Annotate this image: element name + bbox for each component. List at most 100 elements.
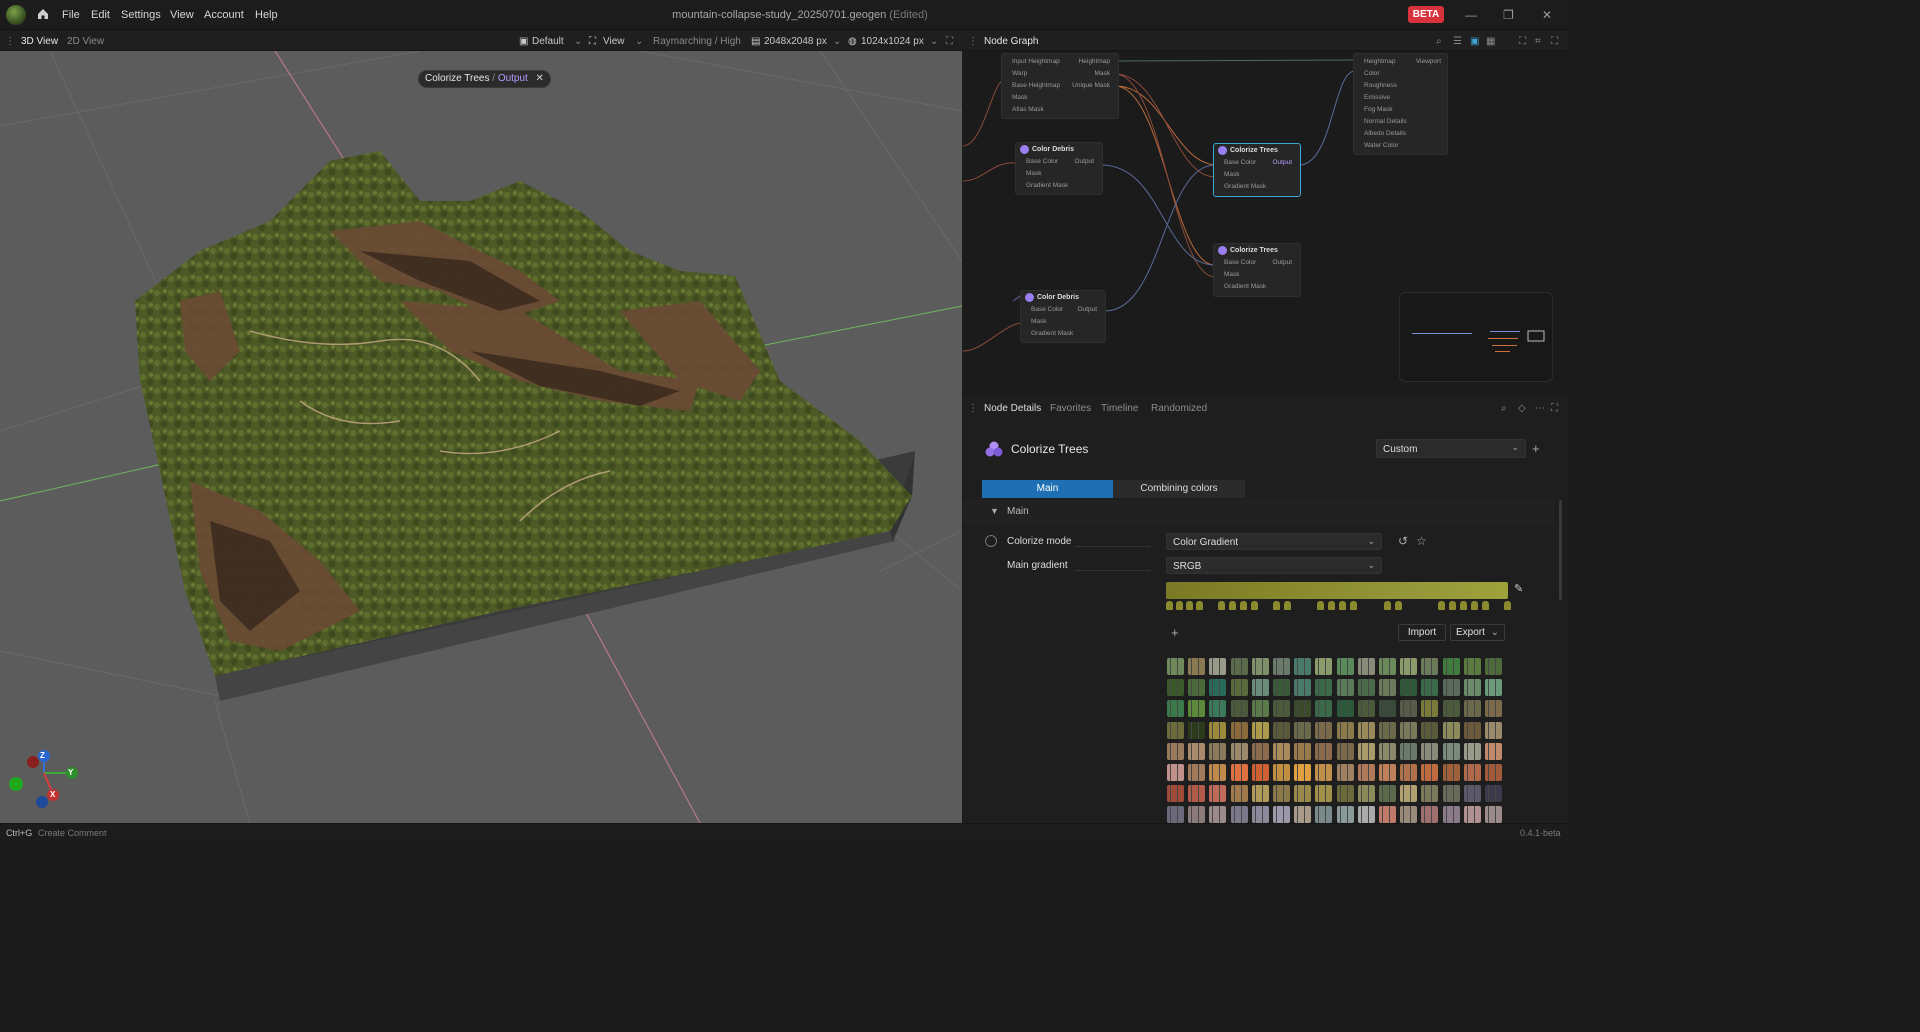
gradient-preset-swatch[interactable] [1400,700,1418,718]
gradient-preset-swatch[interactable] [1315,658,1333,675]
gradient-preset-swatch[interactable] [1421,721,1439,739]
tag-icon[interactable]: ◇ [1518,403,1526,414]
gradient-preset-swatch[interactable] [1188,785,1206,803]
gradient-preset-swatch[interactable] [1463,785,1481,803]
gradient-preset-swatch[interactable] [1379,806,1396,824]
gradient-preset-swatch[interactable] [1442,721,1460,739]
gradient-preset-swatch[interactable] [1209,764,1227,781]
gradient-preset-swatch[interactable] [1230,679,1248,697]
search-icon[interactable]: ⌕ [1436,36,1442,47]
chevron-down-icon[interactable]: ⌄ [635,36,643,47]
node-port[interactable]: Gradient Mask [1214,281,1300,293]
gradient-preset-swatch[interactable] [1400,721,1418,739]
node-colorize-trees-selected[interactable]: Colorize Trees Base Color Output Mask Gra… [1213,143,1301,197]
gradient-stop-handle[interactable] [1384,601,1391,610]
colorize-mode-select[interactable]: Color Gradient ⌄ [1166,533,1382,550]
gradient-preset-swatch[interactable] [1336,742,1354,760]
gradient-preset-swatch[interactable] [1421,700,1439,718]
node-port[interactable]: Emissive [1354,92,1447,104]
gradient-preset-swatch[interactable] [1442,806,1460,824]
gradient-preset-swatch[interactable] [1188,742,1206,760]
gradient-preset-swatch[interactable] [1400,785,1418,803]
gradient-stop-handle[interactable] [1339,601,1346,610]
gradient-stop-handle[interactable] [1471,601,1478,610]
tab-timeline[interactable]: Timeline [1101,403,1138,414]
gradient-preset-swatch[interactable] [1485,721,1502,739]
node-port[interactable]: Normal Details [1354,116,1447,128]
tab-main[interactable]: Main [982,480,1113,498]
search-icon[interactable]: ⌕ [1501,403,1507,414]
gradient-preset-swatch[interactable] [1251,679,1269,697]
node-port[interactable]: Base Color Output [1214,257,1300,269]
gradient-preset-swatch[interactable] [1442,764,1460,781]
gradient-preset-swatch[interactable] [1379,721,1396,739]
gradient-preset-swatch[interactable] [1209,806,1227,824]
menu-edit[interactable]: Edit [91,9,110,21]
node-port[interactable]: Gradient Mask [1016,180,1102,192]
gradient-preset-swatch[interactable] [1336,658,1354,675]
tab-2d-view[interactable]: 2D View [67,36,104,47]
gradient-preset-swatch[interactable] [1357,785,1375,803]
view-select[interactable]: View [603,36,625,47]
node-port[interactable]: Base Color Output [1214,157,1300,169]
gradient-preset-swatch[interactable] [1336,764,1354,781]
gradient-preset-swatch[interactable] [1167,806,1184,824]
gradient-preset-swatch[interactable] [1442,785,1460,803]
gradient-preset-swatch[interactable] [1230,785,1248,803]
gradient-preset-swatch[interactable] [1294,764,1312,781]
menu-view[interactable]: View [170,9,194,21]
node-port[interactable]: Mask [1214,169,1300,181]
gradient-preset-swatch[interactable] [1336,700,1354,718]
gradient-preset-swatch[interactable] [1379,700,1396,718]
drag-handle-icon[interactable]: ⋮ [968,36,978,47]
node-colorize-trees[interactable]: Colorize Trees Base Color Output Mask Gra… [1213,243,1301,297]
gradient-preset-swatch[interactable] [1357,742,1375,760]
node-output[interactable]: Heightmap Viewport Color Roughness Emissi… [1353,53,1448,155]
gradient-preset-swatch[interactable] [1251,764,1269,781]
gradient-preset-swatch[interactable] [1400,679,1418,697]
gradient-preset-swatch[interactable] [1357,679,1375,697]
menu-account[interactable]: Account [204,9,244,21]
gradient-preset-swatch[interactable] [1379,742,1396,760]
gradient-stop-handle[interactable] [1176,601,1183,610]
gradient-preset-swatch[interactable] [1294,742,1312,760]
node-port[interactable]: Heightmap Viewport [1354,56,1447,68]
gradient-stop-handle[interactable] [1482,601,1489,610]
gradient-preset-swatch[interactable] [1315,742,1333,760]
gradient-preset-swatch[interactable] [1251,721,1269,739]
gradient-preset-swatch[interactable] [1315,721,1333,739]
gradient-preset-swatch[interactable] [1209,679,1227,697]
chevron-down-icon[interactable]: ⌄ [574,36,582,47]
import-button[interactable]: Import [1398,624,1446,641]
gradient-stop-handle[interactable] [1229,601,1236,610]
gradient-preset-swatch[interactable] [1167,700,1184,718]
gradient-preset-swatch[interactable] [1294,679,1312,697]
gradient-preset-swatch[interactable] [1188,679,1206,697]
gradient-preset-swatch[interactable] [1442,658,1460,675]
gradient-preset-swatch[interactable] [1230,806,1248,824]
section-main-header[interactable]: ▼ Main [963,500,1555,524]
gradient-preset-swatch[interactable] [1336,721,1354,739]
gradient-stop-handle[interactable] [1438,601,1445,610]
gradient-preset-swatch[interactable] [1463,658,1481,675]
gradient-preset-swatch[interactable] [1167,785,1184,803]
gradient-preset-swatch[interactable] [1421,679,1439,697]
gradient-preset-swatch[interactable] [1167,742,1184,760]
node-terrain[interactable]: Input Heightmap Heightmap Warp Mask Base H… [1001,53,1119,119]
gradient-preset-swatch[interactable] [1463,806,1481,824]
gradient-preset-swatch[interactable] [1421,742,1439,760]
gradient-preset-swatch[interactable] [1273,785,1290,803]
node-port[interactable]: Base Heightmap Unique Mask [1002,80,1118,92]
gradient-preset-swatch[interactable] [1400,764,1418,781]
restore-icon[interactable]: ❐ [1503,8,1514,22]
gradient-preset-swatch[interactable] [1357,806,1375,824]
node-port[interactable]: Warp Mask [1002,68,1118,80]
node-port[interactable]: Roughness [1354,80,1447,92]
gradient-preset-swatch[interactable] [1273,700,1290,718]
gradient-preset-swatch[interactable] [1273,806,1290,824]
gradient-preset-swatch[interactable] [1400,658,1418,675]
gradient-preset-swatch[interactable] [1336,806,1354,824]
gradient-preset-swatch[interactable] [1209,658,1227,675]
gradient-preset-swatch[interactable] [1167,658,1184,675]
gradient-preset-swatch[interactable] [1188,658,1206,675]
